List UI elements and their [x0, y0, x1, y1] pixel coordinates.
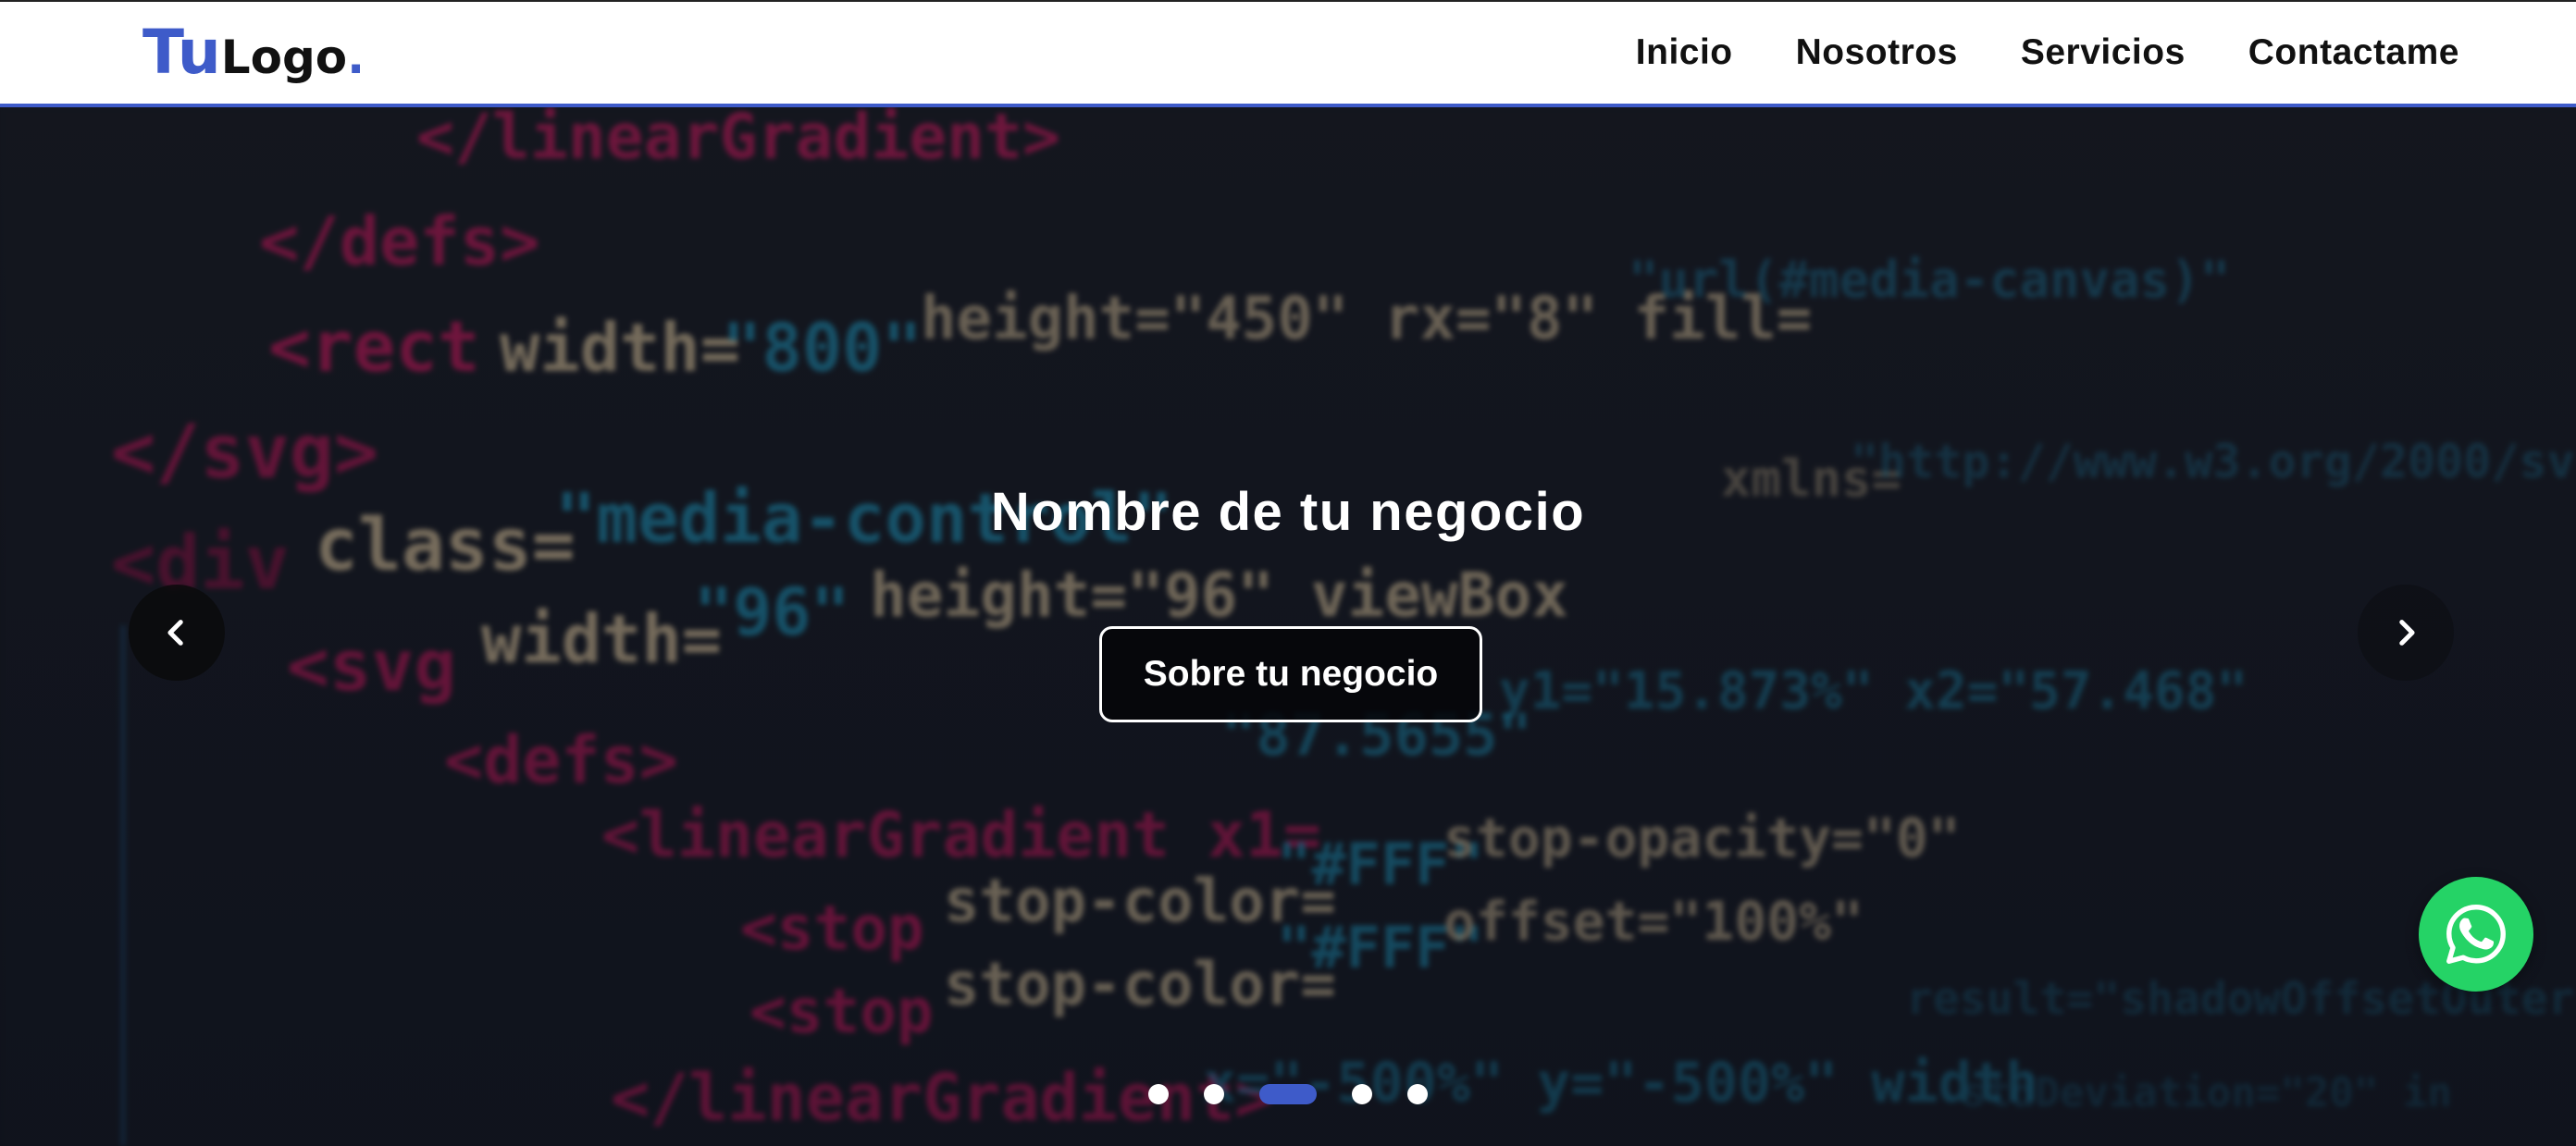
about-business-button[interactable]: Sobre tu negocio	[1099, 626, 1482, 722]
carousel-indicator-5[interactable]	[1407, 1084, 1428, 1104]
carousel-indicator-3[interactable]	[1259, 1084, 1317, 1104]
main-menu: Inicio Nosotros Servicios Contactame	[1636, 32, 2459, 73]
carousel-indicator-1[interactable]	[1148, 1084, 1169, 1104]
carousel-indicator-4[interactable]	[1352, 1084, 1372, 1104]
whatsapp-button[interactable]	[2419, 877, 2533, 992]
logo-part-1: Tu	[142, 17, 221, 88]
nav-link-servicios[interactable]: Servicios	[2021, 32, 2186, 73]
logo[interactable]: Tu Logo .	[142, 22, 365, 83]
carousel-prev-button[interactable]	[129, 585, 225, 681]
chevron-right-icon	[2399, 620, 2415, 646]
logo-dot: .	[347, 31, 365, 84]
nav-link-nosotros[interactable]: Nosotros	[1796, 32, 1958, 73]
nav-link-inicio[interactable]: Inicio	[1636, 32, 1733, 73]
whatsapp-icon	[2446, 905, 2506, 964]
carousel-next-button[interactable]	[2358, 585, 2454, 681]
hero-title: Nombre de tu negocio	[990, 482, 1586, 542]
hero-carousel: </linearGradient> </defs> <rect width= "…	[0, 107, 2576, 1146]
nav-link-contactame[interactable]: Contactame	[2248, 32, 2459, 73]
carousel-indicators	[0, 1084, 2576, 1104]
navbar: Tu Logo . Inicio Nosotros Servicios Cont…	[0, 0, 2576, 107]
carousel-indicator-2[interactable]	[1204, 1084, 1224, 1104]
chevron-left-icon	[167, 620, 183, 646]
logo-part-2: Logo	[220, 31, 348, 84]
